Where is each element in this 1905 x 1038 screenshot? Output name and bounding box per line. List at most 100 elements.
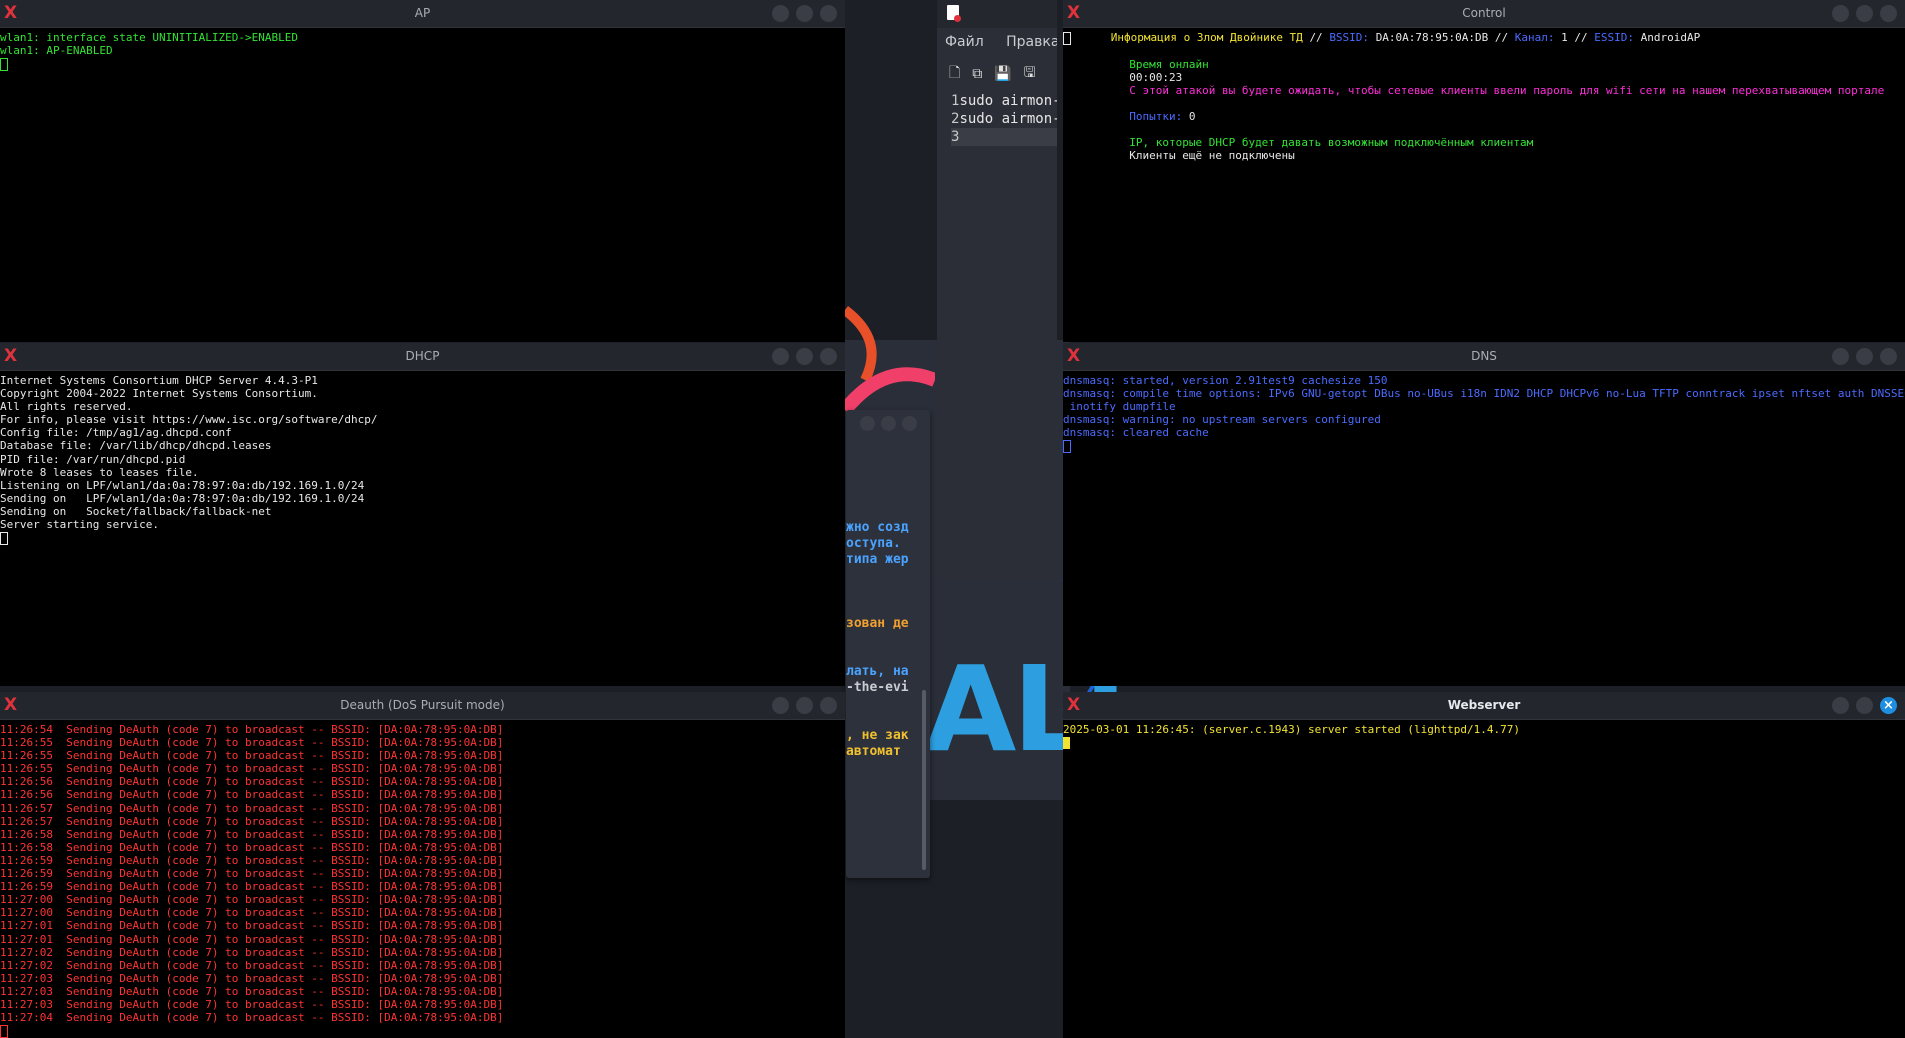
code-line: 2 sudo airmon-	[951, 111, 1057, 127]
deauth-log-line: 11:26:55 Sending DeAuth (code 7) to broa…	[0, 749, 845, 762]
log-message: Sending DeAuth (code 7) to broadcast -- …	[66, 814, 504, 828]
minimize-button[interactable]	[772, 697, 789, 714]
deauth-log-line: 11:27:01 Sending DeAuth (code 7) to broa…	[0, 919, 845, 932]
log-timestamp: 11:26:59	[0, 867, 53, 881]
control-terminal-window[interactable]: X Control Информация о Злом Двойнике ТД …	[1063, 0, 1905, 342]
text-editor-window[interactable]: Файл Правка 🗋 ⧉ 💾 🖫 1 sudo airmon- 2 sudo …	[937, 0, 1057, 580]
window-title: Webserver	[1447, 698, 1521, 712]
close-button[interactable]	[820, 348, 837, 365]
editor-titlebar[interactable]	[937, 0, 1057, 28]
ip-info-label: IP, которые DHCP будет давать возможным …	[1129, 136, 1534, 150]
dhcp-terminal-window[interactable]: X DHCP Internet Systems Consortium DHCP …	[0, 343, 845, 686]
terminal-line: Wrote 8 leases to leases file.	[0, 465, 199, 479]
minimize-button[interactable]	[772, 5, 789, 22]
terminal-line: For info, please visit https://www.isc.o…	[0, 413, 378, 427]
dns-terminal-window[interactable]: X DNS dnsmasq: started, version 2.91test…	[1063, 343, 1905, 686]
window-titlebar[interactable]: X Control	[1063, 0, 1905, 28]
attack-description: С этой атакой вы будете ожидать, чтобы с…	[1129, 83, 1885, 97]
log-message: Sending DeAuth (code 7) to broadcast -- …	[66, 906, 504, 920]
terminal-output[interactable]: 11:26:54 Sending DeAuth (code 7) to broa…	[0, 720, 845, 1038]
window-titlebar[interactable]: X DHCP	[0, 343, 845, 371]
close-button[interactable]	[1880, 5, 1897, 22]
close-button[interactable]	[1880, 348, 1897, 365]
log-timestamp: 11:26:59	[0, 880, 53, 894]
window-titlebar[interactable]: X Webserver ×	[1063, 692, 1905, 720]
close-button[interactable]	[820, 5, 837, 22]
log-timestamp: 11:26:56	[0, 788, 53, 802]
close-button[interactable]: ×	[1880, 697, 1897, 714]
log-message: Sending DeAuth (code 7) to broadcast -- …	[66, 840, 504, 854]
scrollbar[interactable]	[922, 690, 926, 870]
log-message: Sending DeAuth (code 7) to broadcast -- …	[66, 762, 504, 776]
editor-menubar: Файл Правка	[937, 28, 1057, 56]
doc-line: -the-evi	[846, 680, 909, 695]
attempts-label: Попытки:	[1129, 109, 1183, 123]
log-timestamp: 11:27:04	[0, 1011, 53, 1025]
maximize-button[interactable]	[796, 5, 813, 22]
terminal-line: Listening on LPF/wlan1/da:0a:78:97:0a:db…	[0, 478, 365, 492]
background-document-window[interactable]: жно созд оступа. типа жер зован де лать,…	[846, 410, 930, 878]
maximize-button[interactable]	[1856, 5, 1873, 22]
deauth-log-line: 11:26:59 Sending DeAuth (code 7) to broa…	[0, 867, 845, 880]
doc-line: оступа.	[846, 536, 901, 551]
editor-code-area[interactable]: 1 sudo airmon- 2 sudo airmon- 3	[937, 92, 1057, 146]
terminal-output[interactable]: Информация о Злом Двойнике ТД // BSSID: …	[1063, 28, 1905, 342]
menu-edit[interactable]: Правка	[1006, 34, 1057, 50]
new-window-icon[interactable]: ⧉	[972, 66, 982, 82]
log-message: Sending DeAuth (code 7) to broadcast -- …	[66, 801, 504, 815]
save-as-icon[interactable]: 🖫	[1024, 62, 1036, 86]
deauth-log-line: 11:27:00 Sending DeAuth (code 7) to broa…	[0, 906, 845, 919]
terminal-cursor	[1063, 439, 1071, 453]
log-message: Sending DeAuth (code 7) to broadcast -- …	[66, 945, 504, 959]
close-button[interactable]	[902, 416, 917, 431]
terminal-line: Sending on LPF/wlan1/da:0a:78:97:0a:db/1…	[0, 491, 365, 505]
terminal-cursor	[1063, 737, 1070, 750]
deauth-log-line: 11:26:55 Sending DeAuth (code 7) to broa…	[0, 736, 845, 749]
deauth-log-line: 11:27:03 Sending DeAuth (code 7) to broa…	[0, 972, 845, 985]
new-file-icon[interactable]: 🗋	[949, 62, 960, 86]
terminal-output[interactable]: Internet Systems Consortium DHCP Server …	[0, 371, 845, 686]
log-timestamp: 11:27:03	[0, 984, 53, 998]
close-button[interactable]	[820, 697, 837, 714]
ap-terminal-window[interactable]: X AP wlan1: interface state UNINITIALIZE…	[0, 0, 845, 342]
window-titlebar[interactable]: X DNS	[1063, 343, 1905, 371]
minimize-button[interactable]	[1832, 348, 1849, 365]
minimize-button[interactable]	[1832, 697, 1849, 714]
terminal-line: Database file: /var/lib/dhcp/dhcpd.lease…	[0, 439, 272, 453]
log-timestamp: 11:26:55	[0, 736, 53, 750]
maximize-button[interactable]	[796, 697, 813, 714]
log-timestamp: 11:27:03	[0, 971, 53, 985]
minimize-button[interactable]	[1832, 5, 1849, 22]
maximize-button[interactable]	[881, 416, 896, 431]
terminal-line: Copyright 2004-2022 Internet Systems Con…	[0, 387, 318, 401]
log-timestamp: 11:27:02	[0, 958, 53, 972]
deauth-log-line: 11:26:58 Sending DeAuth (code 7) to broa…	[0, 841, 845, 854]
minimize-button[interactable]	[860, 416, 875, 431]
log-message: Sending DeAuth (code 7) to broadcast -- …	[66, 853, 504, 867]
window-title: AP	[414, 6, 431, 20]
deauth-terminal-window[interactable]: X Deauth (DoS Pursuit mode) 11:26:54 Sen…	[0, 692, 845, 1038]
deauth-log-line: 11:27:04 Sending DeAuth (code 7) to broa…	[0, 1011, 845, 1024]
terminal-output[interactable]: dnsmasq: started, version 2.91test9 cach…	[1063, 371, 1905, 686]
terminal-output[interactable]: 2025-03-01 11:26:45: (server.c.1943) ser…	[1063, 720, 1905, 1038]
menu-file[interactable]: Файл	[945, 34, 984, 50]
terminal-line: dnsmasq: warning: no upstream servers co…	[1063, 413, 1381, 427]
log-timestamp: 11:26:59	[0, 853, 53, 867]
editor-toolbar: 🗋 ⧉ 💾 🖫	[937, 56, 1057, 92]
save-icon[interactable]: 💾	[994, 66, 1011, 82]
log-message: Sending DeAuth (code 7) to broadcast -- …	[66, 932, 504, 946]
maximize-button[interactable]	[796, 348, 813, 365]
terminal-output[interactable]: wlan1: interface state UNINITIALIZED->EN…	[0, 28, 845, 342]
code-line: 1 sudo airmon-	[951, 93, 1057, 109]
terminal-cursor	[0, 531, 8, 545]
deauth-log-line: 11:26:57 Sending DeAuth (code 7) to broa…	[0, 802, 845, 815]
deauth-log-line: 11:26:56 Sending DeAuth (code 7) to broa…	[0, 788, 845, 801]
webserver-terminal-window[interactable]: X Webserver × 2025-03-01 11:26:45: (serv…	[1063, 692, 1905, 1038]
minimize-button[interactable]	[772, 348, 789, 365]
maximize-button[interactable]	[1856, 348, 1873, 365]
window-titlebar[interactable]: X AP	[0, 0, 845, 28]
maximize-button[interactable]	[1856, 697, 1873, 714]
terminal-line: All rights reserved.	[0, 400, 133, 414]
log-timestamp: 11:26:56	[0, 775, 53, 789]
window-titlebar[interactable]: X Deauth (DoS Pursuit mode)	[0, 692, 845, 720]
